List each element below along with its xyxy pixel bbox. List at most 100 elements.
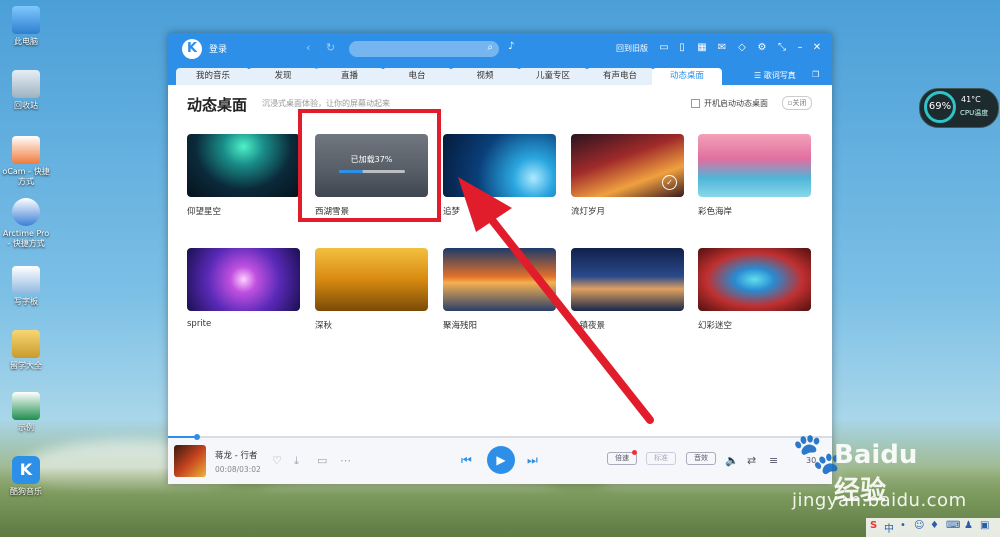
desktop-icon-kugou[interactable]: K 酷狗音乐: [2, 456, 50, 497]
cpu-temp-label: CPU温度: [960, 109, 989, 117]
tab-kids[interactable]: 儿童专区: [518, 68, 588, 85]
skin-icon[interactable]: ◇: [736, 42, 748, 53]
previous-icon[interactable]: ⏮: [461, 453, 472, 468]
computer-icon: [12, 6, 40, 34]
desktop-icon-excel[interactable]: 示例: [2, 392, 50, 433]
wallpaper-card[interactable]: 聚海残阳: [443, 248, 556, 331]
tab-my-music[interactable]: 我的音乐: [176, 68, 250, 85]
minimize-icon[interactable]: –: [794, 42, 806, 53]
wallpaper-thumbnail: [571, 248, 684, 311]
mic-tray-icon[interactable]: ♦: [930, 520, 939, 531]
playback-progress-fill: [168, 436, 198, 438]
wallpaper-thumbnail: ✓: [571, 134, 684, 197]
wallpaper-card[interactable]: 彩色海岸: [698, 134, 811, 217]
notification-dot: [632, 450, 637, 455]
search-icon[interactable]: ⌕: [487, 42, 493, 53]
selected-check-icon: ✓: [662, 175, 677, 190]
album-cover[interactable]: [174, 445, 206, 477]
wallpaper-thumbnail: [698, 134, 811, 197]
play-button[interactable]: ▶: [487, 446, 515, 474]
playback-progress[interactable]: [168, 434, 832, 440]
folder-icon: [12, 330, 40, 358]
tab-live[interactable]: 直播: [315, 68, 384, 85]
system-tray: S 中 • ☺ ♦ ⌨ ♟ ▣: [866, 518, 1000, 537]
tab-dynamic-desktop[interactable]: 动态桌面: [652, 68, 722, 85]
lyrics-photo-button[interactable]: ☰ 歌词写真: [754, 70, 796, 81]
mic-icon[interactable]: ♪: [508, 41, 514, 52]
comment-icon[interactable]: ▭: [317, 454, 327, 467]
back-arrow-icon[interactable]: ‹: [306, 41, 310, 54]
ocam-icon: [12, 136, 40, 164]
cpu-usage-ring: 69%: [924, 91, 956, 123]
monitor-icon[interactable]: ▭: [658, 42, 670, 53]
download-icon[interactable]: ⤓: [294, 454, 299, 468]
volume-icon[interactable]: 🔈: [725, 454, 739, 467]
kugou-logo[interactable]: K: [182, 39, 202, 59]
title-bar: K 登录 ‹ ↻ ⌕ ♪ 回到旧版 ▭ ▯ ▦ ✉ ◇ ⚙ ⤡ – ✕: [168, 33, 832, 65]
close-icon[interactable]: ✕: [811, 42, 823, 53]
window-mode-icon[interactable]: ❐: [812, 70, 819, 79]
wallpaper-card[interactable]: ✓ 流灯岁月: [571, 134, 684, 217]
arctime-icon: [12, 198, 40, 226]
kugou-window: K 登录 ‹ ↻ ⌕ ♪ 回到旧版 ▭ ▯ ▦ ✉ ◇ ⚙ ⤡ – ✕ 我的音乐…: [168, 33, 832, 484]
desktop-icon-ocam[interactable]: oCam - 快捷方式: [2, 136, 50, 187]
play-time: 00:08/03:02: [215, 465, 261, 474]
loop-icon[interactable]: ⇄: [747, 454, 756, 467]
desktop-icon-folder[interactable]: 留学大全: [2, 330, 50, 371]
wallpaper-thumbnail: [698, 248, 811, 311]
wallpaper-thumbnail: [187, 248, 300, 311]
tab-discover[interactable]: 发现: [248, 68, 318, 85]
wallpaper-card[interactable]: 追梦: [443, 134, 556, 217]
wallpaper-thumbnail: [443, 134, 556, 197]
keyboard-icon[interactable]: ⌨: [946, 520, 960, 531]
wallpaper-card[interactable]: 小镇夜景: [571, 248, 684, 331]
old-version-link[interactable]: 回到旧版: [616, 43, 648, 54]
desktop-icon-wordpad[interactable]: 写字板: [2, 266, 50, 307]
dynamic-desktop-page: 动态桌面 沉浸式桌面体验，让你的屏幕动起来 开机启动动态桌面 ▫关闭 仰望星空 …: [168, 85, 832, 437]
desktop-icon-recycle-bin[interactable]: 回收站: [2, 70, 50, 111]
close-dynamic-desktop-button[interactable]: ▫关闭: [782, 96, 812, 110]
mini-mode-icon[interactable]: ⤡: [776, 42, 788, 53]
sogou-icon[interactable]: S: [870, 520, 877, 531]
page-title: 动态桌面: [187, 96, 248, 114]
wallpaper-card[interactable]: 仰望星空: [187, 134, 300, 217]
login-link[interactable]: 登录: [209, 42, 227, 55]
desktop-icon-this-pc[interactable]: 此电脑: [2, 6, 50, 47]
tab-video[interactable]: 视频: [450, 68, 520, 85]
person-icon[interactable]: ♟: [964, 520, 973, 531]
page-subtitle: 沉浸式桌面体验，让你的屏幕动起来: [262, 99, 390, 108]
grid-icon[interactable]: ▦: [696, 42, 708, 53]
song-title[interactable]: 蒋龙 - 行者: [215, 449, 257, 461]
mail-icon[interactable]: ✉: [716, 42, 728, 53]
excel-icon: [12, 392, 40, 420]
desktop-icon-arctime[interactable]: Arctime Pro - 快捷方式: [2, 198, 50, 249]
next-icon[interactable]: ⏭: [527, 453, 538, 468]
ime-mode[interactable]: 中: [884, 520, 894, 535]
cpu-temperature-widget: 69% 41°C CPU温度: [919, 88, 999, 128]
punctuation-icon[interactable]: •: [900, 520, 906, 531]
wallpaper-card[interactable]: sprite: [187, 248, 300, 329]
wallpaper-thumbnail: [315, 248, 428, 311]
annotation-highlight-box: [298, 109, 441, 222]
wallpaper-card[interactable]: 深秋: [315, 248, 428, 331]
tab-audio-radio[interactable]: 有声电台: [586, 68, 654, 85]
settings-gear-icon[interactable]: ⚙: [756, 42, 768, 53]
refresh-icon[interactable]: ↻: [326, 41, 335, 54]
cpu-temp: 41°C: [961, 95, 981, 104]
phone-icon[interactable]: ▯: [676, 42, 688, 53]
search-input[interactable]: ⌕: [349, 41, 499, 57]
more-icon[interactable]: ⋯: [340, 454, 351, 467]
heart-icon[interactable]: ♡: [272, 454, 282, 467]
lyrics-icon: ☰: [754, 71, 764, 80]
wallpaper-card[interactable]: 幻彩迷空: [698, 248, 811, 331]
lyrics-toggle-icon[interactable]: ≡: [769, 454, 778, 467]
shirt-icon[interactable]: ▣: [980, 520, 989, 531]
quality-button[interactable]: 标准: [646, 452, 676, 465]
sound-effect-button[interactable]: 音效: [686, 452, 716, 465]
recycle-bin-icon: [12, 70, 40, 98]
emoji-icon[interactable]: ☺: [914, 520, 924, 531]
autostart-checkbox[interactable]: 开机启动动态桌面: [691, 98, 768, 109]
playback-knob[interactable]: [194, 434, 201, 440]
kugou-icon: K: [12, 456, 40, 484]
tab-radio[interactable]: 电台: [382, 68, 452, 85]
